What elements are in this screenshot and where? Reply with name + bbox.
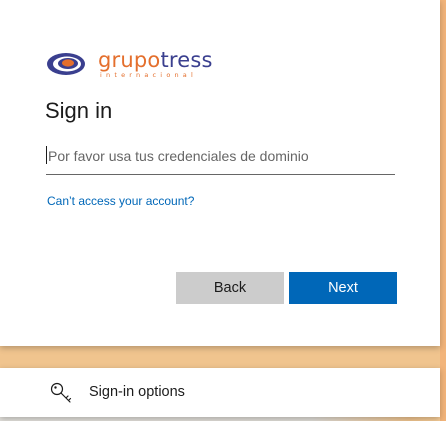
logo-brand-part1: grupo [98, 48, 161, 72]
signin-dialog: grupotress internacional Sign in Can’t a… [0, 0, 440, 346]
page-title: Sign in [45, 98, 113, 123]
username-input[interactable] [46, 142, 397, 170]
back-button[interactable]: Back [176, 272, 284, 304]
company-logo: grupotress internacional [46, 48, 226, 82]
logo-brand: grupotress [98, 48, 213, 72]
logo-brand-part2: tress [160, 48, 213, 72]
next-button[interactable]: Next [289, 272, 397, 304]
background-edge [440, 0, 446, 421]
logo-swirl-icon [47, 53, 85, 75]
key-icon [49, 381, 73, 405]
cant-access-account-link[interactable]: Can’t access your account? [47, 194, 194, 208]
signin-options-label: Sign-in options [89, 384, 185, 400]
signin-options-bar[interactable]: Sign-in options [0, 368, 440, 417]
logo-subtitle: internacional [100, 71, 197, 79]
username-field-wrapper [46, 142, 397, 175]
text-caret [46, 146, 47, 164]
